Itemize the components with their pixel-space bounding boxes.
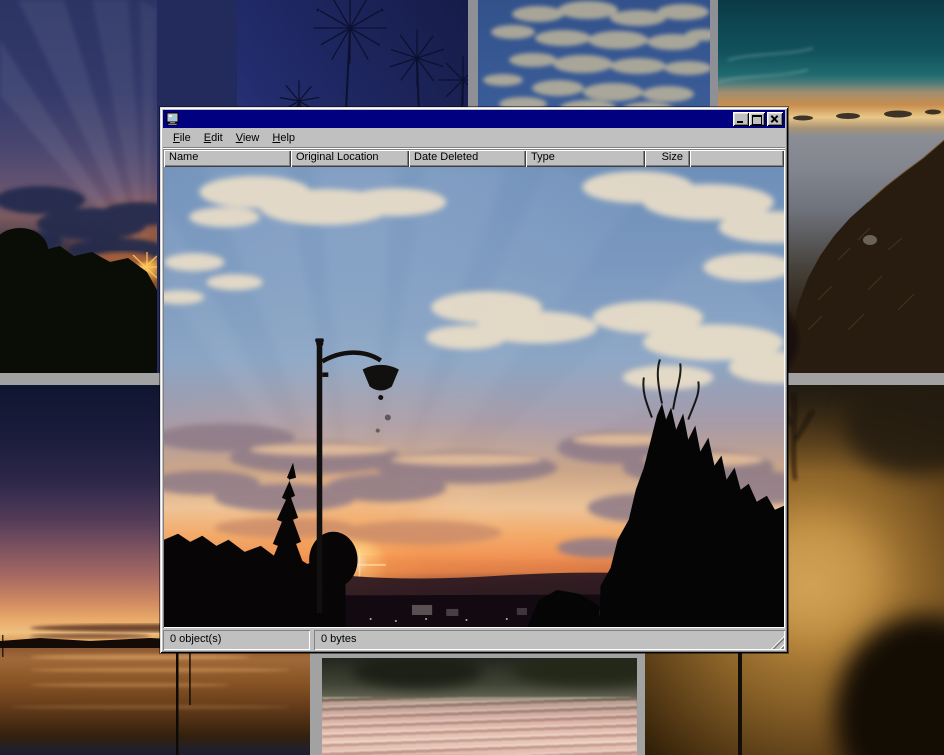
- sunset-photo-art: [164, 167, 784, 627]
- lamp-pole-silhouette: [738, 650, 742, 755]
- file-list-view: Name Original Location Date Deleted Type…: [163, 149, 785, 628]
- status-bytes-panel: 0 bytes: [314, 630, 785, 650]
- menu-item-edit[interactable]: Edit: [198, 130, 230, 146]
- maximize-button[interactable]: [749, 112, 765, 126]
- explorer-window: File Edit View Help Name Original Locati…: [160, 107, 788, 653]
- menu-item-view[interactable]: View: [230, 130, 267, 146]
- status-bytes-text: 0 bytes: [321, 633, 356, 645]
- column-header-original-location[interactable]: Original Location: [291, 150, 409, 167]
- wallpaper-tile-ripple-water: [322, 658, 637, 755]
- desktop: File Edit View Help Name Original Locati…: [0, 0, 944, 755]
- wallpaper-gap: [637, 650, 645, 755]
- column-header-name[interactable]: Name: [164, 150, 291, 167]
- column-header-size[interactable]: Size: [645, 150, 690, 167]
- column-header-type[interactable]: Type: [526, 150, 645, 167]
- list-content-area[interactable]: [164, 167, 784, 627]
- window-controls: [733, 112, 783, 126]
- menu-bar: File Edit View Help: [163, 128, 785, 147]
- menu-item-file[interactable]: File: [167, 130, 198, 146]
- sunset-lamp-photo: [164, 167, 784, 627]
- wallpaper-tile-sunset-rays: [0, 0, 157, 373]
- title-bar[interactable]: [163, 110, 785, 128]
- minimize-button[interactable]: [733, 112, 749, 126]
- column-header-filler: [690, 150, 784, 167]
- close-button[interactable]: [767, 112, 783, 126]
- status-bar: 0 object(s) 0 bytes: [163, 630, 785, 650]
- sunset-rays-art: [0, 0, 157, 373]
- water-ripples: [322, 697, 637, 755]
- column-header-row: Name Original Location Date Deleted Type…: [164, 150, 784, 167]
- resize-grip[interactable]: [771, 636, 784, 649]
- program-computer-icon: [165, 112, 181, 126]
- menu-item-help[interactable]: Help: [266, 130, 302, 146]
- status-objects-panel: 0 object(s): [163, 630, 310, 650]
- column-header-date-deleted[interactable]: Date Deleted: [409, 150, 526, 167]
